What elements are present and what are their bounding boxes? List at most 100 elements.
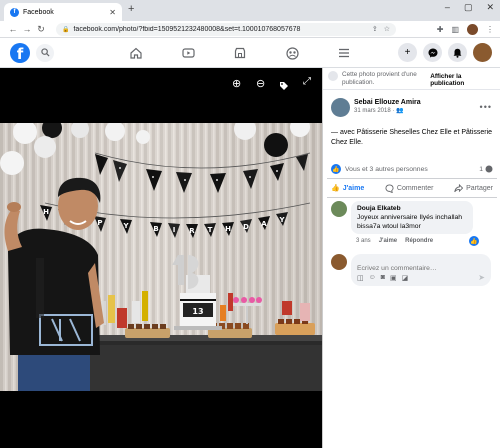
close-tab-icon[interactable]: ✕ bbox=[109, 8, 116, 17]
side-panel-icon[interactable]: ▥ bbox=[451, 25, 459, 34]
comment-text: Joyeux anniversaire Ilyés inchallah biss… bbox=[357, 214, 463, 230]
commenter-name[interactable]: Douja Elkateb bbox=[357, 204, 467, 213]
svg-text:I: I bbox=[173, 226, 176, 234]
search-button[interactable] bbox=[36, 43, 54, 62]
gif-icon[interactable]: ▣ bbox=[390, 274, 397, 282]
extensions-icon[interactable]: ✚ bbox=[437, 25, 444, 34]
create-button[interactable]: + bbox=[398, 43, 417, 62]
toolbar-right: ✚ ▥ ⋮ bbox=[437, 23, 494, 35]
fullscreen-icon[interactable]: ⤢ bbox=[303, 76, 311, 87]
zoom-out-icon[interactable]: ⊖ bbox=[256, 77, 265, 90]
plus-icon: + bbox=[404, 47, 411, 58]
svg-text:H: H bbox=[43, 208, 49, 216]
post-author: Sebai Ellouze Amira 31 mars 2018 · 👥 bbox=[331, 98, 421, 117]
header-actions: + bbox=[398, 43, 492, 62]
nav-menu[interactable] bbox=[318, 38, 370, 68]
profile-avatar[interactable] bbox=[467, 23, 478, 35]
groups-icon bbox=[285, 46, 299, 60]
lock-icon[interactable]: 🔒 bbox=[62, 26, 69, 33]
comment-box[interactable]: ◫ ☺ ◙ ▣ ◪ ➤ bbox=[351, 254, 491, 286]
zoom-in-icon[interactable]: ⊕ bbox=[232, 77, 241, 90]
sticker-icon[interactable]: ◪ bbox=[402, 274, 409, 282]
facebook-logo[interactable]: f bbox=[10, 42, 30, 63]
comment-meta: 3 ans J'aime Répondre bbox=[356, 238, 433, 244]
comment-bubble-icon bbox=[485, 165, 493, 173]
minimize-button[interactable]: – bbox=[445, 2, 450, 13]
svg-text:Y: Y bbox=[278, 216, 285, 224]
share-button[interactable]: Partager bbox=[454, 183, 493, 193]
svg-text:Y: Y bbox=[122, 222, 129, 230]
like-button[interactable]: 👍 J'aime bbox=[331, 184, 365, 193]
comment-input[interactable] bbox=[357, 265, 477, 272]
facebook-favicon-icon: f bbox=[10, 7, 19, 17]
comment-reply-link[interactable]: Répondre bbox=[405, 238, 433, 244]
post-date[interactable]: 31 mars 2018 · bbox=[354, 108, 394, 114]
maximize-button[interactable]: ▢ bbox=[464, 2, 473, 13]
notifications-button[interactable] bbox=[448, 43, 467, 62]
show-post-button[interactable]: Afficher la publication bbox=[430, 71, 496, 87]
audience-friends-icon: 👥 bbox=[396, 108, 404, 114]
avatar-sticker-icon[interactable]: ◫ bbox=[357, 274, 364, 282]
comment-age[interactable]: 3 ans bbox=[356, 238, 371, 244]
nav-home[interactable] bbox=[110, 38, 162, 68]
window-controls: – ▢ ✕ bbox=[445, 2, 494, 13]
browser-menu-icon[interactable]: ⋮ bbox=[486, 25, 494, 34]
url-text[interactable]: facebook.com/photo/?fbid=150952123248000… bbox=[73, 26, 365, 33]
svg-text:P: P bbox=[97, 219, 102, 227]
share-icon[interactable]: ⇪ bbox=[372, 25, 378, 33]
send-icon[interactable]: ➤ bbox=[478, 273, 485, 282]
browser-tab-strip: f Facebook ✕ + – ▢ ✕ bbox=[0, 0, 500, 21]
my-avatar[interactable] bbox=[331, 254, 347, 270]
back-icon[interactable]: ← bbox=[6, 24, 20, 34]
composer-tools: ◫ ☺ ◙ ▣ ◪ bbox=[357, 274, 408, 282]
camera-icon[interactable]: ◙ bbox=[381, 274, 385, 282]
info-icon bbox=[328, 71, 338, 81]
commenter-avatar[interactable] bbox=[331, 201, 347, 217]
new-tab-button[interactable]: + bbox=[128, 3, 134, 15]
facebook-header: f + bbox=[0, 38, 500, 68]
hamburger-icon bbox=[339, 48, 349, 58]
thumbs-up-icon: 👍 bbox=[331, 185, 340, 192]
tag-icon[interactable] bbox=[279, 78, 289, 96]
svg-text:D: D bbox=[243, 223, 249, 231]
main-nav bbox=[110, 38, 370, 68]
nav-marketplace[interactable] bbox=[214, 38, 266, 68]
reactions-summary[interactable]: 👍 Vous et 3 autres personnes 1 bbox=[331, 164, 493, 174]
source-notice: Cette photo provient d'une publication. … bbox=[323, 68, 500, 90]
comment-icon bbox=[385, 183, 394, 193]
bookmark-star-icon[interactable]: ☆ bbox=[384, 25, 390, 33]
comment-count[interactable]: 1 bbox=[479, 165, 493, 173]
post-caption: — avec Pâtisserie Sheselles Chez Elle et… bbox=[331, 129, 493, 146]
author-avatar[interactable] bbox=[331, 98, 350, 117]
like-label: J'aime bbox=[342, 184, 365, 192]
home-icon bbox=[130, 47, 142, 59]
address-bar[interactable]: 🔒 facebook.com/photo/?fbid=1509521232480… bbox=[56, 22, 396, 36]
svg-text:T: T bbox=[208, 226, 213, 234]
more-options-icon[interactable]: ••• bbox=[480, 102, 492, 112]
author-name[interactable]: Sebai Ellouze Amira bbox=[354, 98, 421, 107]
comment-like-link[interactable]: J'aime bbox=[379, 238, 397, 244]
emoji-icon[interactable]: ☺ bbox=[369, 274, 376, 282]
post-date-row: 31 mars 2018 · 👥 bbox=[354, 107, 421, 116]
comment-button[interactable]: Commenter bbox=[385, 183, 434, 193]
comment-label: Commenter bbox=[396, 184, 434, 192]
nav-groups[interactable] bbox=[266, 38, 318, 68]
browser-tab[interactable]: f Facebook ✕ bbox=[4, 3, 122, 21]
reload-icon[interactable]: ↻ bbox=[34, 24, 48, 35]
video-icon bbox=[181, 48, 195, 58]
forward-icon[interactable]: → bbox=[20, 24, 34, 34]
comment-like-reaction-icon[interactable]: 👍 bbox=[469, 236, 479, 246]
messenger-button[interactable] bbox=[423, 43, 442, 62]
search-icon bbox=[40, 48, 50, 57]
messenger-icon bbox=[428, 48, 437, 57]
nav-watch[interactable] bbox=[162, 38, 214, 68]
account-avatar[interactable] bbox=[473, 43, 492, 62]
close-window-button[interactable]: ✕ bbox=[486, 2, 494, 13]
marketplace-icon bbox=[234, 47, 246, 59]
reactions-text[interactable]: Vous et 3 autres personnes bbox=[345, 166, 428, 173]
notice-text: Cette photo provient d'une publication. bbox=[342, 71, 417, 86]
comment-composer: ◫ ☺ ◙ ▣ ◪ ➤ bbox=[331, 254, 491, 286]
post-side-panel: Cette photo provient d'une publication. … bbox=[322, 68, 500, 448]
post-actions: 👍 J'aime Commenter Partager bbox=[327, 178, 497, 198]
party-photo[interactable]: H A P P Y B I R T H D A Y 13 bbox=[0, 123, 322, 391]
